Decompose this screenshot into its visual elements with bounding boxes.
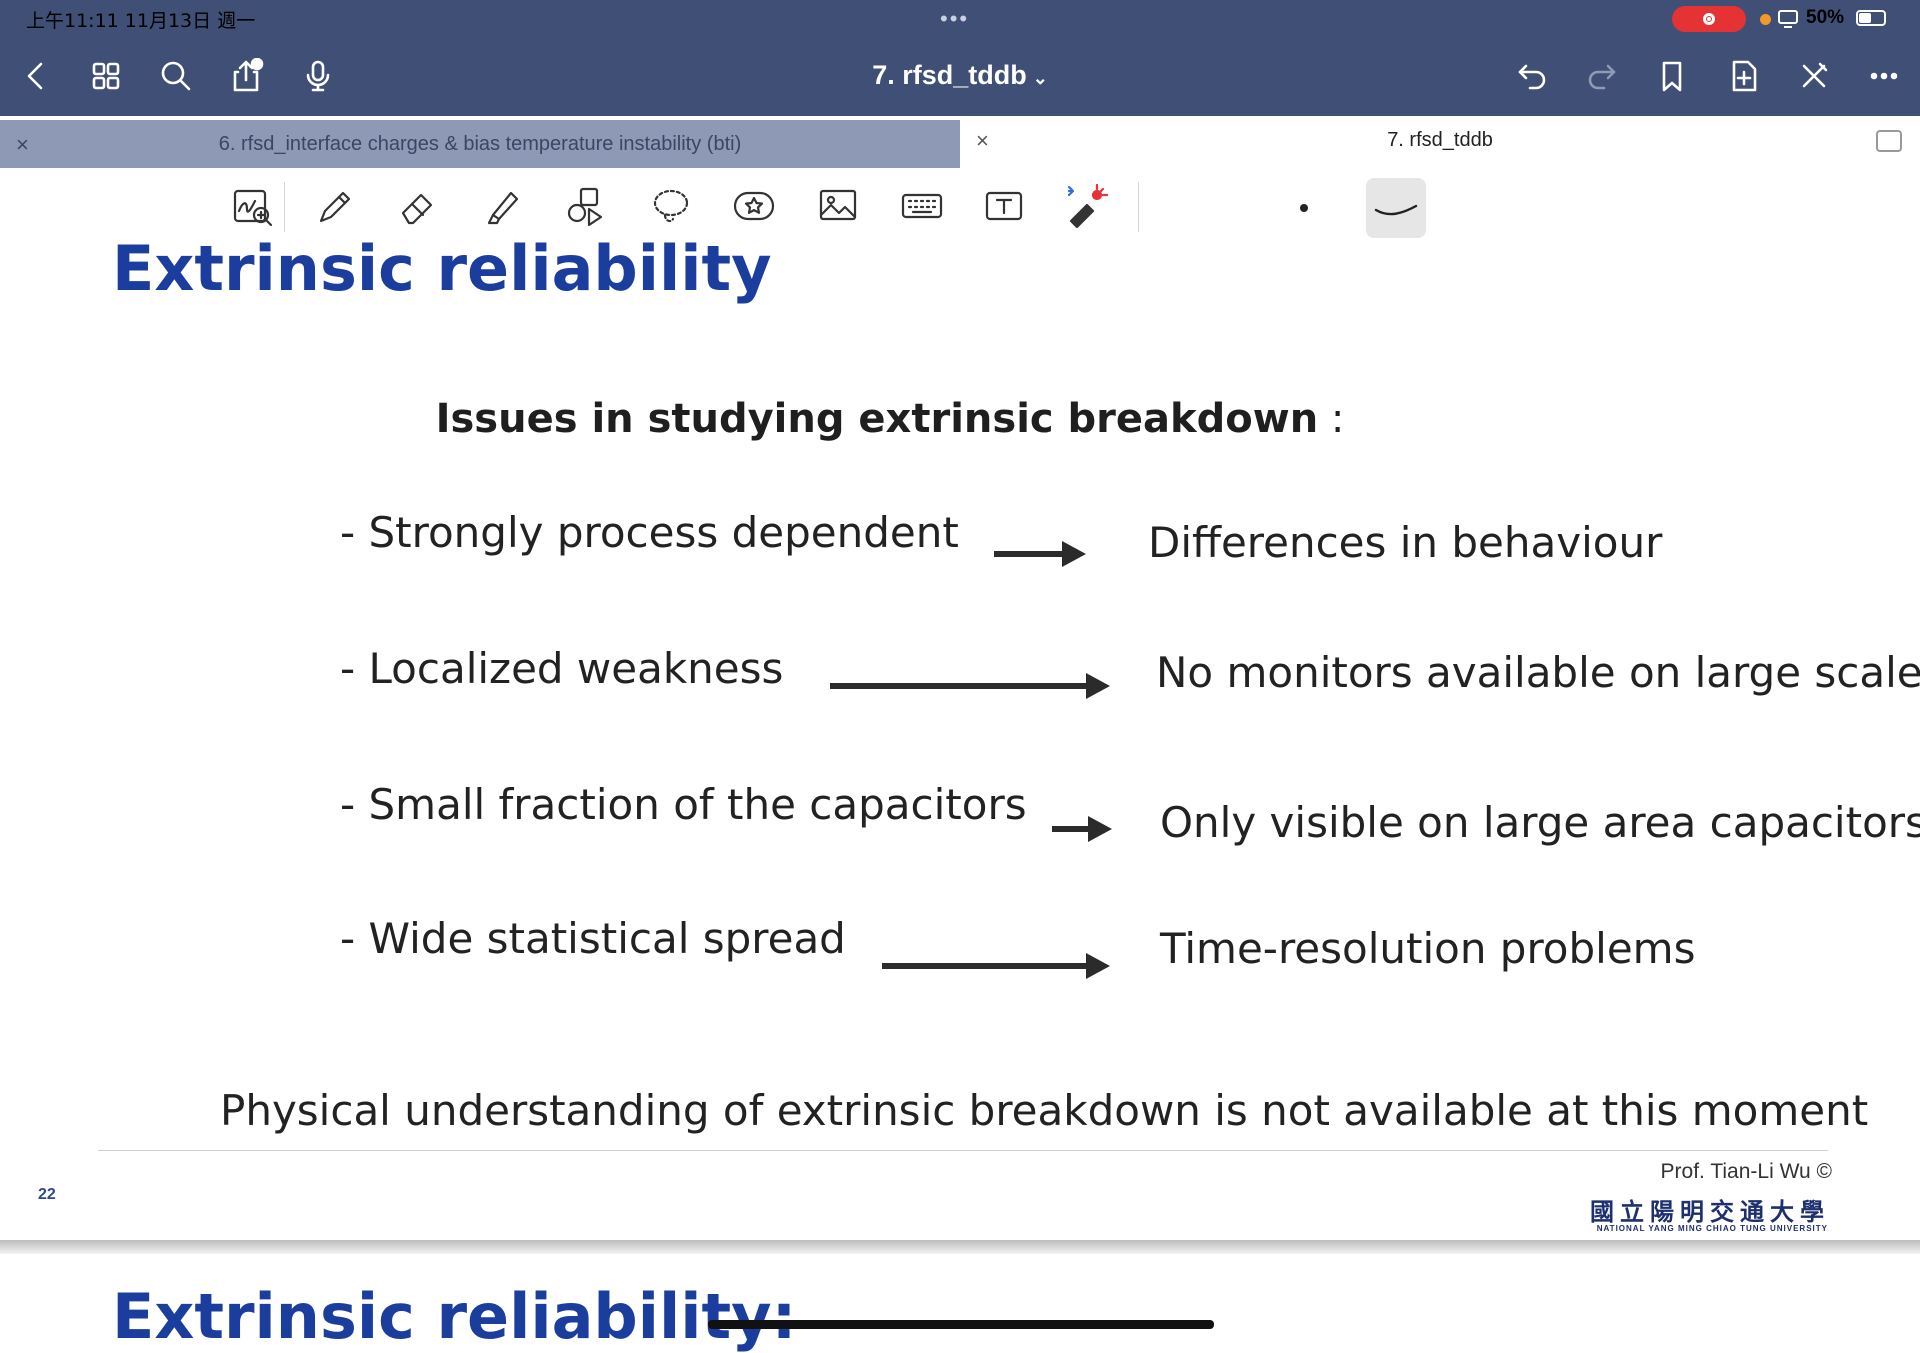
stroke-style-icon: [1374, 204, 1418, 216]
slide-conclusion: Physical understanding of extrinsic brea…: [220, 1086, 1869, 1135]
result-item: Differences in behaviour: [1148, 518, 1663, 567]
record-icon: [1703, 13, 1715, 25]
slide-footer-rule: [98, 1150, 1828, 1151]
pen-icon[interactable]: [306, 178, 362, 234]
search-icon[interactable]: [154, 54, 198, 98]
thumbnails-icon[interactable]: [84, 54, 128, 98]
status-time: 上午11:11 11月13日 週一: [26, 10, 256, 32]
university-logo-subtext: NATIONAL YANG MING CHIAO TUNG UNIVERSITY: [1596, 1224, 1828, 1233]
battery-fill: [1859, 13, 1871, 23]
undo-icon[interactable]: [1510, 54, 1554, 98]
university-logo-text: 國立陽明交通大學: [1590, 1199, 1830, 1226]
screen-recording-indicator[interactable]: [1672, 6, 1746, 32]
toolbar-divider: [1138, 182, 1139, 232]
issue-item: - Small fraction of the capacitors: [340, 780, 1027, 829]
issue-item: - Strongly process dependent: [340, 508, 959, 557]
stroke-style-button[interactable]: [1366, 178, 1426, 238]
battery-icon: [1856, 10, 1886, 26]
shapes-icon[interactable]: [558, 178, 614, 234]
tab-label: 7. rfsd_tddb: [1387, 129, 1493, 151]
screen-mirror-icon: [1778, 10, 1798, 33]
issue-item: - Wide statistical spread: [340, 914, 846, 963]
share-icon[interactable]: [224, 54, 268, 98]
toolbar-divider: [284, 182, 285, 232]
redo-icon[interactable]: [1580, 54, 1624, 98]
ink-underline: [708, 1320, 1214, 1329]
battery-percentage: 50%: [1806, 7, 1845, 28]
pen-size-option[interactable]: [1300, 204, 1308, 212]
back-icon[interactable]: [14, 54, 58, 98]
tab-bti[interactable]: × 6. rfsd_interface charges & bias tempe…: [0, 120, 960, 168]
close-edit-icon[interactable]: [1792, 54, 1836, 98]
chevron-down-icon: ⌄: [1032, 68, 1048, 88]
result-item: Time-resolution problems: [1160, 924, 1696, 973]
page-break-shadow: [0, 1240, 1920, 1254]
image-icon[interactable]: [810, 178, 866, 234]
issue-item: - Localized weakness: [340, 644, 784, 693]
keyboard-icon[interactable]: [894, 178, 950, 234]
more-icon[interactable]: [1862, 54, 1906, 98]
bookmark-icon[interactable]: [1650, 54, 1694, 98]
tab-tddb[interactable]: × 7. rfsd_tddb: [960, 116, 1920, 168]
slide-title: Extrinsic reliability: [112, 232, 772, 305]
slide-credit: Prof. Tian-Li Wu ©: [1660, 1160, 1832, 1183]
add-page-icon[interactable]: [1722, 54, 1766, 98]
next-slide-title: Extrinsic reliability:: [112, 1280, 797, 1353]
slide-subheading: Issues in studying extrinsic breakdown :: [435, 396, 1345, 442]
sticker-icon[interactable]: [726, 178, 782, 234]
document-title[interactable]: 7. rfsd_tddb ⌄: [760, 60, 1160, 91]
laser-pointer-icon[interactable]: [1058, 178, 1114, 234]
lasso-icon[interactable]: [642, 178, 698, 234]
eraser-icon[interactable]: [390, 178, 446, 234]
zoom-handwriting-icon[interactable]: [224, 178, 280, 234]
split-view-icon[interactable]: [1876, 130, 1902, 152]
tab-label: 6. rfsd_interface charges & bias tempera…: [218, 133, 742, 155]
result-item: No monitors available on large scale: [1156, 648, 1920, 697]
multitask-dots[interactable]: •••: [940, 6, 969, 32]
microphone-icon[interactable]: [296, 54, 340, 98]
textbox-icon[interactable]: [976, 178, 1032, 234]
highlighter-icon[interactable]: [474, 178, 530, 234]
mic-indicator-dot: [1760, 14, 1771, 25]
slide-page-number: 22: [38, 1186, 56, 1203]
result-item: Only visible on large area capacitors: [1160, 798, 1920, 847]
